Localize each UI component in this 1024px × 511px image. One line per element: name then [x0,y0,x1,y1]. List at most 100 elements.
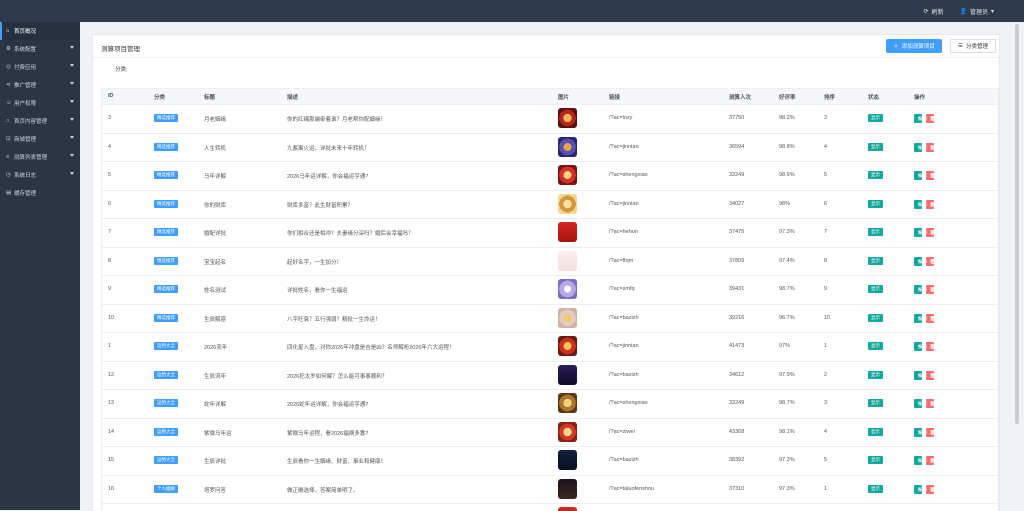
row-rate: 98.9% [779,172,795,178]
project-thumbnail[interactable] [558,421,577,442]
sidebar-item-label: 缓存管理 [14,191,37,197]
add-project-button[interactable]: ＋ 添加测算项目 [886,39,942,53]
refresh-label: 刷新 [931,9,944,16]
gear-icon: ⚙ [6,46,11,52]
row-id: 6 [108,200,112,207]
delete-button[interactable]: 🗑 删除 [926,399,939,408]
column-header: 分类 [154,95,166,101]
page-title: 测算项目管理 [101,46,140,53]
row-description: 你的红绳那端牵着谁？月老帮你配姻缘！ [287,117,387,123]
edit-button[interactable]: ✎ 编辑 [914,427,927,437]
edit-button[interactable]: ✎ 编辑 [914,171,927,180]
project-thumbnail[interactable] [558,136,577,157]
category-manage-button[interactable]: ☰ 分类管理 [950,39,996,53]
project-thumbnail[interactable] [558,222,577,242]
row-title: 宝宝起名 [204,259,227,266]
sidebar-item[interactable]: ⚙ 系统配置 [0,40,80,58]
delete-button[interactable]: 🗑 删除 [926,484,939,494]
project-thumbnail[interactable] [558,450,577,470]
edit-button[interactable]: ✎ 编辑 [914,456,927,465]
row-title: 紫微马年运 [204,430,232,437]
project-thumbnail[interactable] [558,478,577,499]
edit-button[interactable]: ✎ 编辑 [914,199,927,209]
delete-button[interactable]: 🗑 删除 [926,342,939,351]
topbar-actions: ⟳ 刷新 👤 管理员 ▾ [923,0,994,22]
edit-button[interactable]: ✎ 编辑 [914,228,927,237]
column-header: 图片 [558,95,570,101]
row-count: 39216 [729,314,745,321]
edit-button[interactable]: ✎ 编辑 [914,484,927,494]
delete-label: 删除 [930,116,939,121]
delete-button[interactable]: 🗑 删除 [926,114,939,123]
edit-button[interactable]: ✎ 编辑 [914,142,927,152]
row-rate: 98.7% [779,400,795,406]
sidebar-item[interactable]: ⌂ 首页概况 [0,22,80,40]
table-header: ID 分类 标题 描述 图片 链接 测算人次 好评率 排序 状态 操作 [102,89,998,105]
row-id: 9 [108,286,112,292]
sidebar-item-label: 推广管理 [14,83,37,89]
row-title: 生辰详批 [204,459,227,465]
category-badge: 运势大全 [154,456,178,464]
project-thumbnail[interactable] [558,507,577,511]
edit-button[interactable]: ✎ 编辑 [914,399,927,408]
row-sort: 9 [824,286,828,292]
delete-button[interactable]: 🗑 删除 [926,199,939,209]
delete-button[interactable]: 🗑 删除 [926,171,939,180]
project-thumbnail[interactable] [558,108,577,128]
project-thumbnail[interactable] [558,336,577,356]
delete-label: 删除 [930,173,939,178]
sidebar-item[interactable]: ⌂ 首页内容管理 [0,112,80,130]
row-title: 蛇年详解 [204,402,227,408]
delete-button[interactable]: 🗑 删除 [926,285,939,294]
sidebar-item[interactable]: ⋖ 推广管理 [0,76,80,94]
refresh-button[interactable]: ⟳ 刷新 [923,7,943,16]
project-thumbnail[interactable] [558,193,577,214]
edit-button[interactable]: ✎ 编辑 [914,342,927,351]
table-row: 12 运势大全 生辰流年 2026犯太岁如何解？怎么能可事事顺利？ /?ac=baziz… [102,362,998,390]
edit-button[interactable]: ✎ 编辑 [914,285,927,294]
user-menu[interactable]: 👤 管理员 ▾ [959,7,994,16]
delete-button[interactable]: 🗑 删除 [926,142,939,152]
delete-button[interactable]: 🗑 删除 [926,313,939,323]
edit-button[interactable]: ✎ 编辑 [914,114,927,123]
project-thumbnail[interactable] [558,393,577,413]
project-thumbnail[interactable] [558,165,577,185]
scrollbar[interactable] [1013,22,1021,510]
row-actions: ✎ 编辑 🗑 删除 [914,228,939,237]
row-link: /?ac=bazizh [609,314,639,321]
category-badge: 精选推荐 [154,171,178,179]
delete-label: 删除 [930,344,939,349]
delete-button[interactable]: 🗑 删除 [926,256,939,266]
project-thumbnail[interactable] [558,250,577,271]
edit-button[interactable]: ✎ 编辑 [914,313,927,323]
sidebar-item[interactable]: ☺ 用户权限 [0,94,80,112]
delete-button[interactable]: 🗑 删除 [926,456,939,465]
status-badge: 显示 [868,199,883,208]
sidebar-item[interactable]: ◷ 系统日志 [0,166,80,184]
delete-button[interactable]: 🗑 删除 [926,427,939,437]
edit-label: 编辑 [918,201,927,207]
row-id: 1 [108,343,112,349]
row-link: /?ac=jinnian [609,343,639,349]
scrollbar-thumb[interactable] [1015,24,1019,424]
edit-label: 编辑 [918,230,927,235]
sidebar-item[interactable]: ≡ 测算列表管理 [0,148,80,166]
delete-label: 删除 [930,429,939,435]
sidebar-item-label: 系统日志 [14,173,37,179]
sidebar-item[interactable]: ⊡ 商城管理 [0,130,80,148]
sidebar-item[interactable]: ▤ 缓存管理 [0,184,80,202]
edit-button[interactable]: ✎ 编辑 [914,256,927,266]
list-icon: ≡ [6,154,10,160]
delete-button[interactable]: 🗑 删除 [926,228,939,237]
status-badge: 显示 [868,370,883,379]
project-thumbnail[interactable] [558,364,577,385]
status-badge: 显示 [868,142,883,151]
row-actions: ✎ 编辑 🗑 删除 [914,142,939,152]
project-thumbnail[interactable] [558,279,577,299]
delete-button[interactable]: 🗑 删除 [926,370,939,380]
sidebar-item[interactable]: ◎ 付费应用 [0,58,80,76]
project-thumbnail[interactable] [558,307,577,328]
edit-button[interactable]: ✎ 编辑 [914,370,927,380]
delete-label: 删除 [930,201,939,207]
category-badge: 精选推荐 [154,228,178,236]
